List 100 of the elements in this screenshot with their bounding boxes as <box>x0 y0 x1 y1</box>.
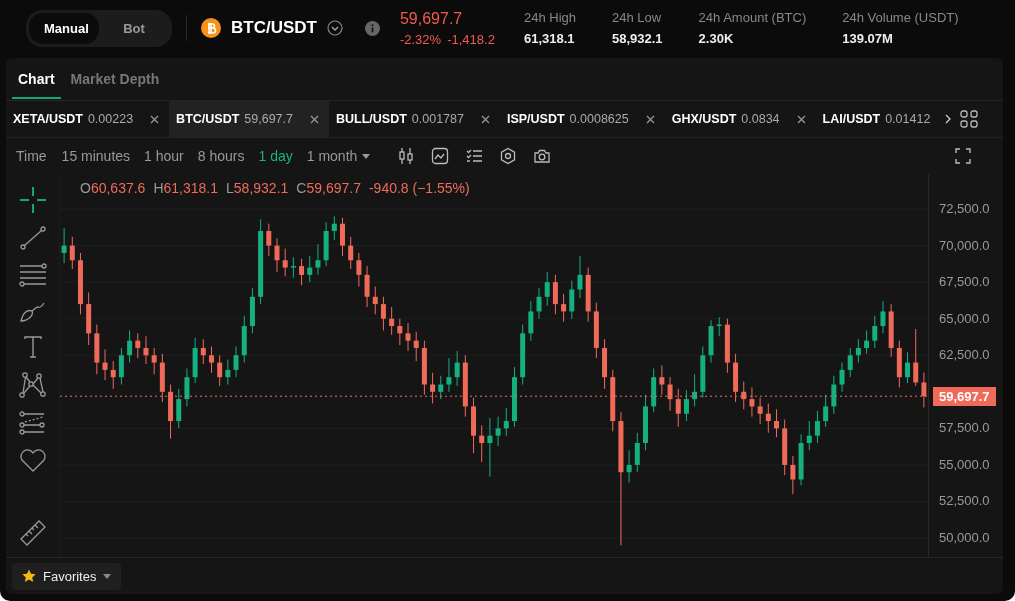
candle <box>561 293 567 323</box>
interval-option[interactable]: 8 hours <box>192 146 250 166</box>
candle <box>790 455 796 495</box>
candle <box>749 386 755 418</box>
chevron-right-icon[interactable] <box>944 114 953 124</box>
candle <box>634 432 640 473</box>
mode-tab[interactable]: Manual <box>29 12 99 44</box>
stat-value: 61,318.1 <box>523 31 576 46</box>
ruler-icon[interactable] <box>18 519 47 547</box>
candle <box>356 252 362 288</box>
chart-image-icon[interactable] <box>431 147 450 165</box>
price-tick: 57,500.0 <box>939 420 990 436</box>
close-icon[interactable] <box>645 114 655 124</box>
candle <box>200 338 206 365</box>
candle <box>536 287 542 320</box>
text-tool-icon[interactable] <box>22 335 43 359</box>
candle <box>528 300 534 342</box>
tab-pair: ISP/USDT <box>506 112 565 126</box>
stat-label: 24h Volume (USDT) <box>842 10 959 25</box>
stat-value: 58,932.1 <box>612 31 663 46</box>
candle <box>380 296 386 331</box>
candle <box>110 360 116 390</box>
candle <box>299 258 305 286</box>
candle <box>683 389 689 422</box>
stat-value: 139.07M <box>842 31 894 46</box>
tab-price: 0.001787 <box>411 112 464 126</box>
price-tick: 52,500.0 <box>939 493 990 509</box>
candle <box>209 346 214 374</box>
candle <box>225 359 231 385</box>
pair-tab[interactable]: ISP/USDT 0.0008625 <box>499 101 665 137</box>
info-icon[interactable] <box>364 20 380 36</box>
heart-icon[interactable] <box>18 449 47 473</box>
stat-value: 2.30K <box>698 31 735 46</box>
pair-tab[interactable]: BULL/USDT 0.001787 <box>329 101 500 137</box>
candle <box>552 274 558 315</box>
fullscreen-icon[interactable] <box>955 148 971 164</box>
pattern-nodes-icon[interactable] <box>18 371 47 399</box>
current-price-tag: 59,697.7 <box>933 387 996 407</box>
candle <box>585 267 591 323</box>
candle <box>741 381 747 410</box>
tab-pair: GHX/USDT <box>671 112 737 126</box>
close-icon[interactable] <box>796 114 806 124</box>
camera-icon[interactable] <box>533 147 552 165</box>
dropdown-icon[interactable] <box>326 20 343 36</box>
candle <box>643 394 648 451</box>
view-tab[interactable]: Market Depth <box>64 59 166 99</box>
candle <box>69 236 75 270</box>
interval-option[interactable]: 15 minutes <box>56 146 136 166</box>
close-icon[interactable] <box>310 114 319 124</box>
candle <box>593 302 599 359</box>
candle <box>569 280 575 320</box>
candle <box>667 376 673 412</box>
candle <box>847 347 853 378</box>
ohlc-value: L58,932.1 <box>226 180 289 196</box>
candle <box>61 227 67 264</box>
mode-tab[interactable]: Bot <box>99 12 169 44</box>
crosshair-icon[interactable] <box>19 187 46 213</box>
close-icon[interactable] <box>480 114 490 124</box>
pair-tab[interactable]: XETA/USDT 0.00223 <box>6 101 170 137</box>
pair-tab[interactable]: GHX/USDT 0.0834 <box>664 101 816 137</box>
candle <box>675 388 681 428</box>
candle <box>290 256 296 279</box>
lines-with-nodes-icon[interactable] <box>18 411 47 437</box>
pair-symbol: BTC/USDT <box>231 18 317 38</box>
interval-option[interactable]: 1 day <box>253 146 298 166</box>
view-tab[interactable]: Chart <box>12 59 61 99</box>
grid-icon[interactable] <box>960 110 979 128</box>
interval-dropdown[interactable]: 1 month <box>301 146 376 166</box>
tab-price: 0.0834 <box>741 112 780 126</box>
interval-option[interactable]: 1 hour <box>139 146 189 166</box>
tab-pair: LAI/USDT <box>822 112 881 126</box>
candle <box>102 348 108 381</box>
candle <box>266 223 272 257</box>
candle <box>405 322 411 352</box>
candle <box>348 236 354 270</box>
tab-price: 0.0008625 <box>569 112 629 126</box>
list-icon[interactable] <box>465 147 484 165</box>
candle <box>692 373 698 407</box>
star-icon <box>22 569 36 583</box>
candle <box>864 329 870 355</box>
candlestick-icon[interactable] <box>397 147 416 165</box>
favorites-button[interactable]: Favorites <box>12 562 122 590</box>
horizontal-lines-icon[interactable] <box>18 263 47 287</box>
candle <box>397 318 403 346</box>
candle <box>340 217 345 257</box>
bitcoin-coin-icon <box>201 18 221 38</box>
candle <box>700 346 706 399</box>
candle <box>249 287 255 334</box>
candle <box>151 347 157 375</box>
candle <box>511 366 517 428</box>
tab-price: 0.00223 <box>87 112 134 126</box>
price-tick: 72,500.0 <box>939 201 990 217</box>
interval-label: Time <box>16 148 47 164</box>
settings-icon[interactable] <box>499 147 518 165</box>
close-icon[interactable] <box>150 114 160 124</box>
change-amount: -1,418.2 <box>447 31 495 47</box>
pair-tab[interactable]: BTC/USDT 59,697.7 <box>169 101 329 137</box>
trend-line-icon[interactable] <box>19 225 46 251</box>
candle <box>782 419 788 476</box>
pair-tab[interactable]: LAI/USDT 0.01412 <box>815 101 941 137</box>
